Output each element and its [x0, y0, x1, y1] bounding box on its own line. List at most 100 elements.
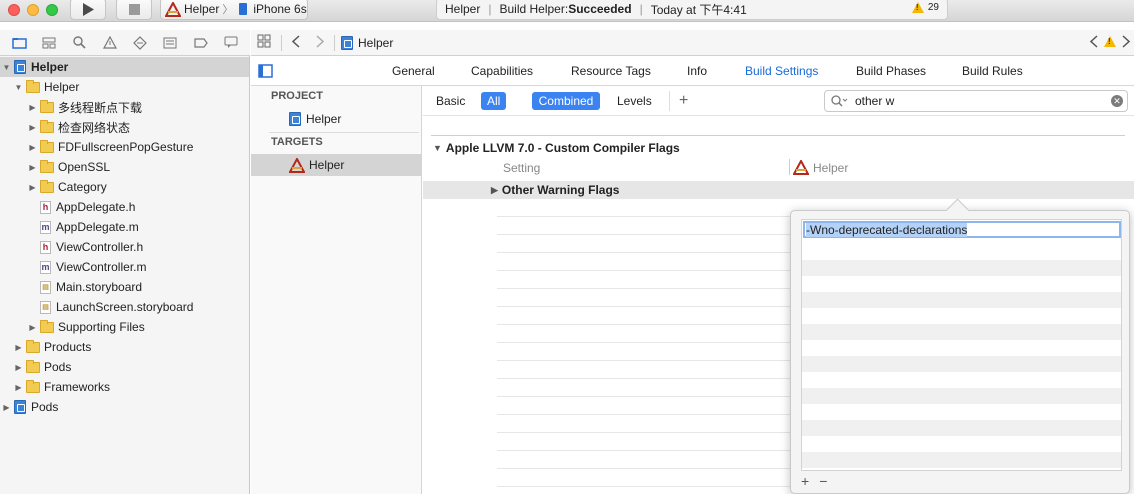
list-item[interactable]: h AppDelegate.h	[0, 197, 249, 217]
project-file-icon	[14, 400, 26, 414]
xcode-window: Helper 〉 iPhone 6s Helper | Build Helper…	[0, 0, 1134, 494]
list-item[interactable]: ▤ Main.storyboard	[0, 277, 249, 297]
warning-icon	[1104, 36, 1116, 47]
disclosure-closed-icon: ▶	[15, 362, 22, 372]
list-item[interactable]: m ViewController.m	[0, 257, 249, 277]
filter-all-button[interactable]: All	[481, 92, 507, 110]
setting-name: Other Warning Flags	[501, 183, 620, 197]
table-row[interactable]: ▶ Other Warning Flags	[423, 181, 1134, 199]
storyboard-file-icon: ▤	[40, 300, 51, 314]
breadcrumb[interactable]: Helper	[341, 35, 394, 50]
scheme-selector[interactable]: Helper 〉 iPhone 6s	[160, 0, 308, 20]
header-file-icon: h	[40, 240, 51, 254]
list-item[interactable]: ▶ 检查网络状态	[0, 117, 249, 137]
targets-panel: PROJECT Helper TARGETS Helper	[251, 86, 422, 494]
list-item[interactable]: ▶ Category	[0, 177, 249, 197]
list-item[interactable]: ▶ Products	[0, 337, 249, 357]
report-navigator-icon[interactable]	[223, 36, 238, 50]
target-item[interactable]: Helper	[251, 154, 421, 176]
chevron-left-icon	[1090, 35, 1098, 48]
warning-count-button[interactable]: 29	[911, 2, 939, 13]
disclosure-closed-icon: ▶	[491, 184, 498, 195]
tab-capabilities[interactable]: Capabilities	[471, 64, 533, 78]
test-navigator-icon[interactable]	[133, 35, 148, 50]
stop-button[interactable]	[116, 0, 152, 20]
tab-general[interactable]: General	[392, 64, 435, 78]
list-item[interactable]: ▶ FDFullscreenPopGesture	[0, 137, 249, 157]
project-item[interactable]: Helper	[251, 108, 421, 130]
search-field[interactable]: other w ✕	[824, 90, 1128, 112]
list-item[interactable]: ▶ OpenSSL	[0, 157, 249, 177]
title-bar: Helper 〉 iPhone 6s Helper | Build Helper…	[0, 0, 1134, 22]
related-items-button[interactable]	[257, 34, 271, 51]
tab-resource-tags[interactable]: Resource Tags	[571, 64, 651, 78]
stop-icon	[128, 3, 140, 15]
disclosure-closed-icon: ▶	[29, 182, 36, 192]
breadcrumb-label: Helper	[358, 35, 394, 50]
filter-combined-button[interactable]: Combined	[532, 92, 600, 110]
section-header[interactable]: ▼ Apple LLVM 7.0 - Custom Compiler Flags	[433, 141, 680, 155]
tab-build-settings[interactable]: Build Settings	[745, 64, 818, 78]
folder-icon	[40, 159, 54, 173]
close-window-button[interactable]	[8, 4, 20, 16]
breakpoint-navigator-icon[interactable]	[193, 36, 208, 50]
folder-icon	[40, 119, 54, 133]
search-input-value: other w	[855, 94, 895, 108]
chevron-right-icon	[1122, 35, 1130, 48]
issue-stepper[interactable]	[1090, 35, 1130, 48]
back-button[interactable]	[291, 34, 300, 51]
disclosure-closed-icon: ▶	[29, 102, 36, 112]
show-targets-toggle[interactable]	[258, 64, 273, 81]
chevron-right-icon	[316, 34, 325, 48]
list-item-label: Helper	[44, 80, 80, 94]
list-item[interactable]: ▤ LaunchScreen.storyboard	[0, 297, 249, 317]
run-button[interactable]	[70, 0, 106, 20]
list-item[interactable]: ▶ 多线程断点下载	[0, 97, 249, 117]
flag-value-text: -Wno-deprecated-declarations	[806, 222, 968, 237]
zoom-window-button[interactable]	[46, 4, 58, 16]
list-item[interactable]: ▶ Pods	[0, 357, 249, 377]
issue-navigator-icon[interactable]	[102, 36, 117, 50]
debug-navigator-icon[interactable]	[163, 36, 178, 50]
disclosure-closed-icon: ▶	[15, 342, 22, 352]
disclosure-closed-icon: ▶	[29, 162, 36, 172]
list-item[interactable]: ▶ Frameworks	[0, 377, 249, 397]
list-item[interactable]: ▶ Supporting Files	[0, 317, 249, 337]
tab-info[interactable]: Info	[687, 64, 707, 78]
remove-flag-button[interactable]: −	[819, 473, 827, 489]
list-item[interactable]: ▼ Helper	[0, 77, 249, 97]
list-item-label: AppDelegate.h	[56, 200, 136, 214]
section-title: Apple LLVM 7.0 - Custom Compiler Flags	[445, 141, 680, 155]
popover-footer: + −	[801, 473, 827, 489]
flag-value-input[interactable]: -Wno-deprecated-declarations	[803, 221, 1121, 238]
filter-levels-button[interactable]: Levels	[611, 92, 658, 110]
list-item[interactable]: ▶ Pods	[0, 397, 249, 417]
scheme-target-label: Helper	[184, 2, 220, 16]
device-icon	[239, 3, 248, 15]
folder-icon	[40, 99, 54, 113]
filter-basic-button[interactable]: Basic	[430, 92, 471, 110]
app-target-icon	[165, 1, 181, 17]
list-item-label: Supporting Files	[58, 320, 145, 334]
app-target-icon	[289, 157, 305, 173]
minimize-window-button[interactable]	[27, 4, 39, 16]
list-item[interactable]: m AppDelegate.m	[0, 217, 249, 237]
search-navigator-icon[interactable]	[72, 36, 87, 50]
list-item-label: Products	[44, 340, 92, 354]
activity-viewer: Helper | Build Helper: Succeeded | Today…	[436, 0, 948, 20]
forward-button[interactable]	[316, 34, 325, 51]
build-settings-filter-bar: Basic All Combined Levels + other w ✕	[423, 86, 1134, 116]
clear-search-icon[interactable]: ✕	[1111, 95, 1123, 107]
symbol-navigator-icon[interactable]	[42, 36, 57, 50]
project-header: PROJECT	[271, 90, 323, 102]
activity-divider: |	[639, 2, 643, 16]
list-item[interactable]: h ViewController.h	[0, 237, 249, 257]
tab-build-phases[interactable]: Build Phases	[856, 64, 926, 78]
add-flag-button[interactable]: +	[801, 473, 809, 489]
tab-build-rules[interactable]: Build Rules	[962, 64, 1023, 78]
list-item[interactable]: ▼ Helper	[0, 57, 249, 77]
folder-icon	[40, 139, 54, 153]
add-setting-button[interactable]: +	[673, 92, 694, 110]
disclosure-closed-icon: ▶	[15, 382, 22, 392]
folder-navigator-icon[interactable]	[11, 36, 27, 50]
